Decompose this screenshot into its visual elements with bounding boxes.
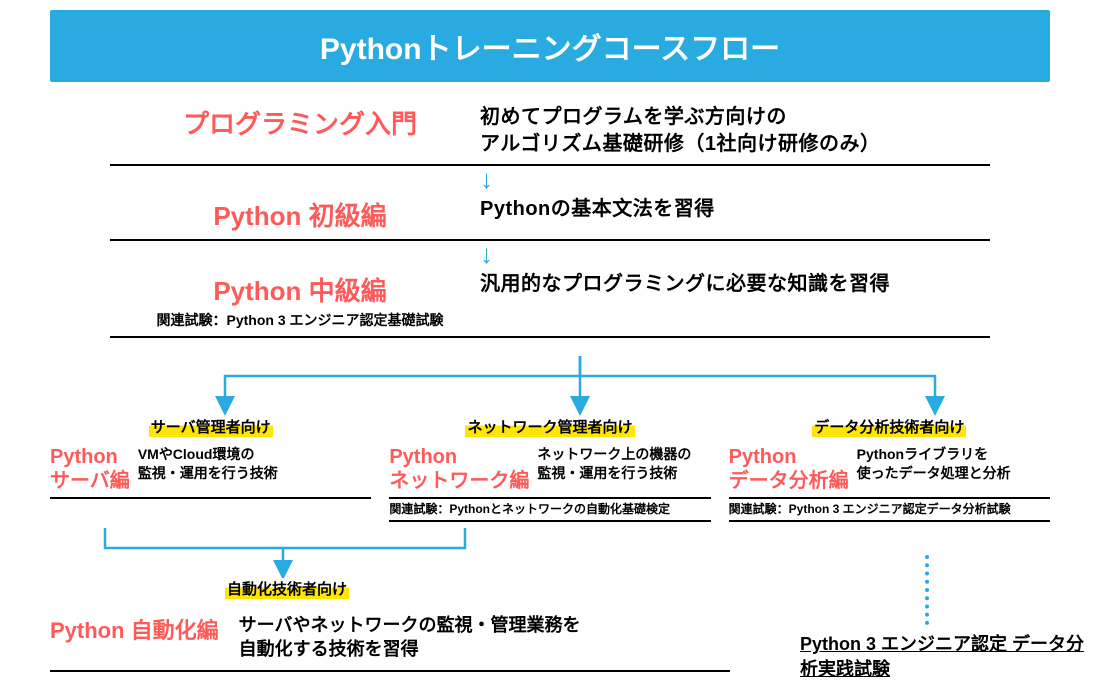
- track-server-title: Python サーバ編: [50, 445, 130, 493]
- stage-beginner: Python 初級編 Pythonの基本文法を習得: [110, 192, 990, 241]
- page: Pythonトレーニングコースフロー プログラミング入門 初めてプログラムを学ぶ…: [0, 0, 1100, 700]
- track-data-exam: 関連試験：Python 3 エンジニア認定データ分析試験: [729, 497, 1050, 522]
- track-network-tag: ネットワーク管理者向け: [465, 416, 634, 437]
- track-auto-title: Python 自動化編: [50, 613, 219, 645]
- branch-merge: [50, 528, 1050, 578]
- track-data-tag: データ分析技術者向け: [812, 416, 966, 437]
- branch-split: [30, 356, 1070, 416]
- banner-title: Pythonトレーニングコースフロー: [50, 10, 1050, 82]
- track-auto-desc: サーバやネットワークの監視・管理業務を 自動化する技術を習得: [239, 613, 581, 662]
- dotted-arrow-icon: [925, 555, 929, 625]
- arrow-1: ↓: [110, 166, 990, 192]
- stage-intro-title: プログラミング入門: [120, 104, 480, 141]
- track-network-desc: ネットワーク上の機器の 監視・運用を行う技術: [537, 445, 691, 483]
- track-server-desc: VMやCloud環境の 監視・運用を行う技術: [138, 445, 278, 483]
- track-network-title: Python ネットワーク編: [389, 445, 529, 493]
- merge-lines-icon: [50, 528, 1100, 578]
- branch-lines-icon: [30, 356, 1100, 416]
- track-server-tag: サーバ管理者向け: [149, 416, 273, 437]
- track-data: データ分析技術者向け Python データ分析編 Pythonライブラリを 使っ…: [729, 416, 1050, 522]
- stage-intro-desc: 初めてプログラムを学ぶ方向けの アルゴリズム基礎研修（1社向け研修のみ）: [480, 104, 980, 158]
- track-network: ネットワーク管理者向け Python ネットワーク編 ネットワーク上の機器の 監…: [389, 416, 710, 522]
- track-auto-tag: 自動化技術者向け: [225, 578, 349, 599]
- track-network-exam: 関連試験：Pythonとネットワークの自動化基礎検定: [389, 497, 710, 522]
- stage-beginner-title: Python 初級編: [120, 196, 480, 233]
- stage-intermediate-desc: 汎用的なプログラミングに必要な知識を習得: [480, 271, 980, 298]
- stage-intermediate: Python 中級編 関連試験：Python 3 エンジニア認定基礎試験 汎用的…: [110, 267, 990, 338]
- cert-link[interactable]: Python 3 エンジニア認定 データ分析実践試験: [800, 632, 1100, 682]
- stage-intro: プログラミング入門 初めてプログラムを学ぶ方向けの アルゴリズム基礎研修（1社向…: [110, 100, 990, 166]
- track-data-title: Python データ分析編: [729, 445, 849, 493]
- arrow-2: ↓: [110, 241, 990, 267]
- track-columns: サーバ管理者向け Python サーバ編 VMやCloud環境の 監視・運用を行…: [50, 416, 1050, 522]
- track-auto: Python 自動化編 サーバやネットワークの監視・管理業務を 自動化する技術を…: [50, 607, 730, 672]
- down-arrow-icon: ↓: [470, 166, 990, 192]
- stage-intermediate-title: Python 中級編: [120, 271, 480, 308]
- track-data-desc: Pythonライブラリを 使ったデータ処理と分析: [857, 445, 1011, 483]
- track-server: サーバ管理者向け Python サーバ編 VMやCloud環境の 監視・運用を行…: [50, 416, 371, 522]
- stage-intermediate-exam: 関連試験：Python 3 エンジニア認定基礎試験: [120, 310, 480, 330]
- down-arrow-icon: ↓: [470, 241, 990, 267]
- stage-beginner-desc: Pythonの基本文法を習得: [480, 196, 980, 223]
